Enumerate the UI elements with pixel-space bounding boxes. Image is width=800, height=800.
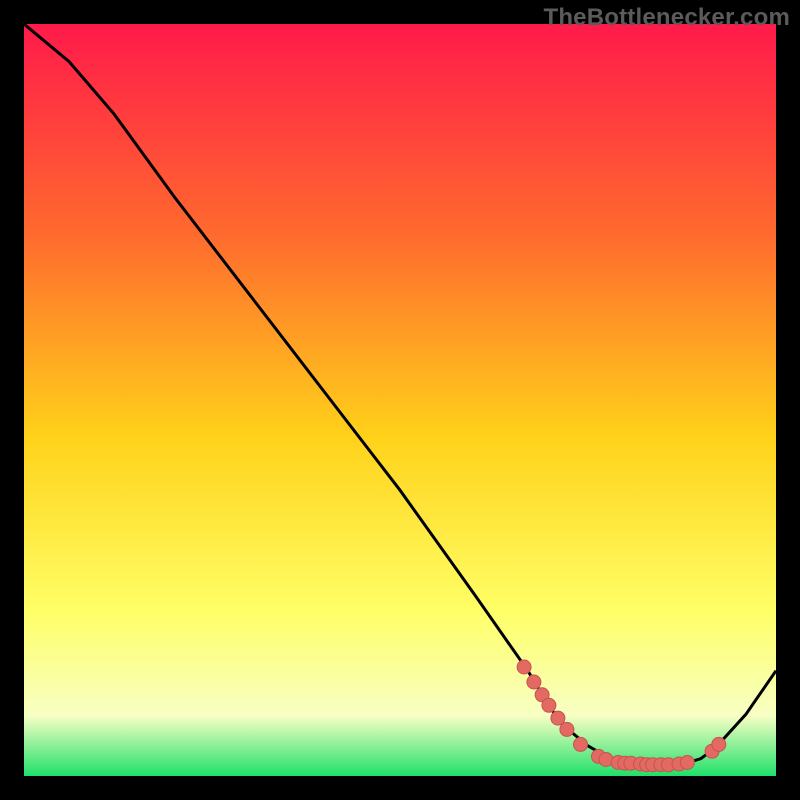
- data-marker: [517, 660, 531, 674]
- plot-area: [24, 24, 776, 776]
- data-marker: [527, 675, 541, 689]
- chart-frame: TheBottlenecker.com: [0, 0, 800, 800]
- data-marker: [551, 711, 565, 725]
- chart-svg: [24, 24, 776, 776]
- watermark-text: TheBottlenecker.com: [543, 4, 790, 32]
- data-marker: [574, 737, 588, 751]
- data-marker: [680, 756, 694, 770]
- data-marker: [712, 737, 726, 751]
- data-marker: [560, 722, 574, 736]
- data-marker: [542, 698, 556, 712]
- gradient-background: [24, 24, 776, 776]
